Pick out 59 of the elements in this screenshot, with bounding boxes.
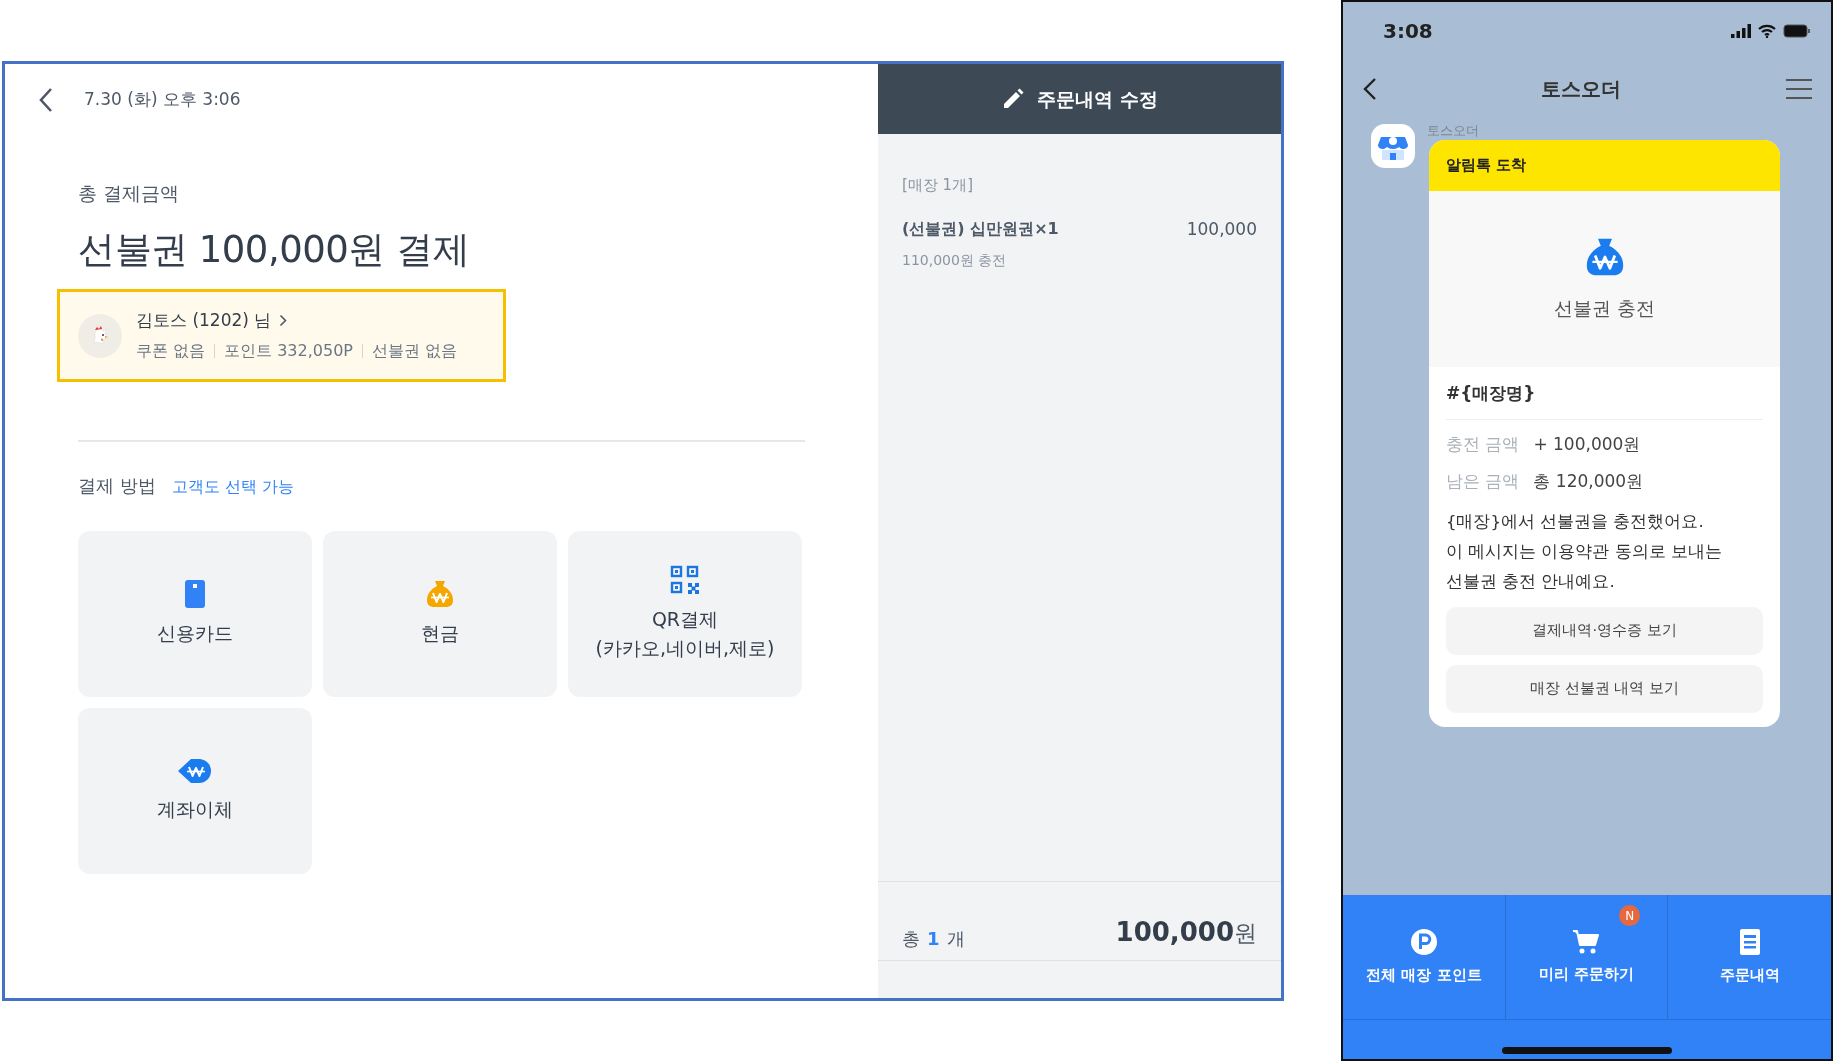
tab-bar-item[interactable]: 주문내역	[1668, 895, 1831, 1019]
menu-icon	[1785, 78, 1813, 100]
receipt-icon	[1738, 927, 1761, 956]
payment-method-button[interactable]: QR결제 (카카오,네이버,제로)	[568, 531, 802, 697]
message-action-button[interactable]: 매장 선불권 내역 보기	[1446, 664, 1763, 713]
menu-button[interactable]	[1785, 78, 1813, 100]
battery-icon	[1783, 24, 1811, 38]
item-name: (선불권) 십만원권×1	[902, 217, 1059, 240]
customer-stat: 쿠폰 없음	[136, 340, 206, 363]
order-datetime: 7.30 (화) 오후 3:06	[84, 88, 241, 112]
detail-value: + 100,000원	[1533, 432, 1641, 456]
card-icon	[184, 579, 206, 610]
total-amount: 100,000	[1115, 916, 1234, 949]
back-icon	[1363, 77, 1377, 101]
store-count-label: [매장 1개]	[902, 175, 974, 196]
customer-stat: 포인트 332,050P	[224, 340, 353, 363]
detail-label: 충전 금액	[1446, 432, 1520, 456]
back-icon	[38, 87, 54, 113]
cart-icon	[1572, 928, 1601, 955]
message-hero-title: 선불권 충전	[1553, 295, 1655, 321]
payment-title: 선불권 100,000원 결제	[78, 226, 471, 273]
points-coin-icon	[1409, 927, 1438, 956]
payment-method-button[interactable]: 계좌이체	[78, 708, 312, 874]
status-time: 3:08	[1383, 18, 1433, 45]
section-hint: 고객도 선택 가능	[171, 476, 294, 498]
detail-label: 남은 금액	[1446, 470, 1520, 493]
message-header: 알림톡 도착	[1429, 140, 1780, 191]
pencil-icon	[1001, 87, 1026, 111]
item-count: 1	[927, 927, 940, 951]
chat-title: 토스오더	[1541, 76, 1621, 103]
section-label: 결제 방법	[78, 474, 156, 498]
count-unit: 개	[946, 927, 965, 951]
store-avatar-icon	[1371, 124, 1415, 168]
item-price: 100,000	[1186, 217, 1257, 241]
won-coin-icon	[177, 757, 213, 786]
back-button[interactable]	[1363, 77, 1377, 101]
payment-method-button[interactable]: 신용카드	[78, 531, 312, 697]
customer-stat: 선불권 없음	[372, 340, 458, 363]
edit-order-button[interactable]: 주문내역 수정	[878, 64, 1281, 134]
chevron-right-icon	[279, 314, 288, 327]
rooster-avatar-icon	[78, 313, 122, 358]
message-text: {매장}에서 선불권을 충전했어요. 이 메시지는 이용약관 동의로 보내는 선불권 충전 안내예요.	[1446, 510, 1723, 593]
signal-icon	[1731, 24, 1751, 38]
customer-name: 김토스 (1202) 님	[136, 308, 272, 332]
total-label: 총 결제금액	[78, 181, 181, 206]
back-button[interactable]	[38, 87, 54, 113]
new-badge: N	[1619, 905, 1641, 926]
payment-method-button[interactable]: 현금	[323, 531, 557, 697]
money-bag-icon	[425, 579, 455, 610]
sender-name: 토스오더	[1427, 124, 1480, 140]
item-note: 110,000원 충전	[902, 251, 1008, 270]
wifi-icon	[1758, 24, 1776, 38]
currency-unit: 원	[1234, 919, 1257, 948]
qr-code-icon	[670, 564, 700, 595]
store-name: #{매장명}	[1446, 381, 1763, 420]
detail-value: 총 120,000원	[1533, 470, 1644, 493]
total-prefix: 총	[902, 927, 920, 951]
message-action-button[interactable]: 결제내역·영수증 보기	[1446, 606, 1763, 655]
customer-card[interactable]: 김토스 (1202) 님 쿠폰 없음 포인트 332,050P 선불권 없음	[57, 289, 506, 382]
